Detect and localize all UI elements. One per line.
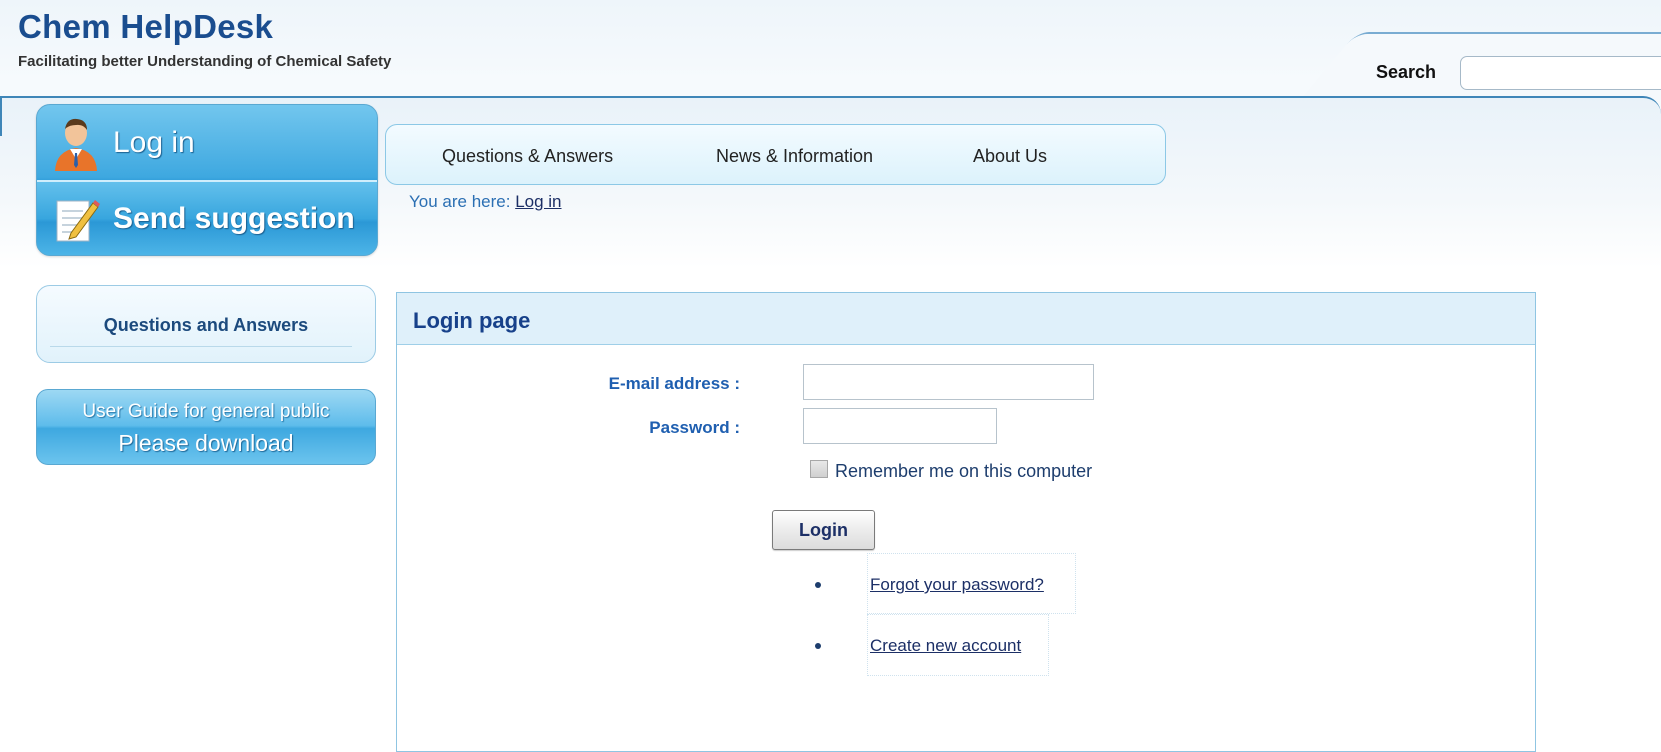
site-tagline: Facilitating better Understanding of Che… <box>18 53 392 70</box>
breadcrumb-prefix: You are here: <box>409 192 511 211</box>
send-suggestion-button[interactable]: Send suggestion <box>37 180 377 255</box>
user-icon <box>55 118 97 171</box>
send-suggestion-label: Send suggestion <box>113 201 355 235</box>
edit-note-icon <box>56 199 100 241</box>
email-label: E-mail address : <box>608 374 740 393</box>
list-bullet <box>815 643 821 649</box>
email-field[interactable] <box>803 364 1094 400</box>
remember-me-checkbox[interactable] <box>810 460 828 478</box>
user-guide-title: User Guide for general public <box>82 401 330 422</box>
password-label: Password : <box>649 418 740 437</box>
search-input[interactable] <box>1460 56 1661 90</box>
create-account-link[interactable]: Create new account <box>870 636 1021 656</box>
nav-item-news-information[interactable]: News & Information <box>716 146 873 167</box>
nav-item-questions-answers[interactable]: Questions & Answers <box>442 146 613 167</box>
login-page-title: Login page <box>413 308 531 333</box>
login-submit-button[interactable]: Login <box>772 510 875 550</box>
remember-me-label[interactable]: Remember me on this computer <box>835 461 1092 482</box>
breadcrumb-current-link[interactable]: Log in <box>515 192 561 211</box>
sidebar-divider <box>50 346 352 347</box>
login-button-large[interactable]: Log in <box>37 105 377 180</box>
site-title[interactable]: Chem HelpDesk <box>18 8 273 46</box>
password-field[interactable] <box>803 408 997 444</box>
user-guide-download-label: Please download <box>118 430 294 456</box>
header-band-edge <box>0 96 14 136</box>
login-panel <box>396 292 1536 752</box>
list-bullet <box>815 582 821 588</box>
login-label: Log in <box>113 125 195 159</box>
nav-item-about-us[interactable]: About Us <box>973 146 1047 167</box>
breadcrumb: You are here: Log in <box>409 192 562 212</box>
login-panel-header <box>397 293 1535 345</box>
search-label: Search <box>1376 62 1437 82</box>
account-button-panel: Log in Send suggestion <box>36 104 378 256</box>
sidebar-item-questions-answers[interactable]: Questions and Answers <box>36 315 376 336</box>
forgot-password-link[interactable]: Forgot your password? <box>870 575 1044 595</box>
